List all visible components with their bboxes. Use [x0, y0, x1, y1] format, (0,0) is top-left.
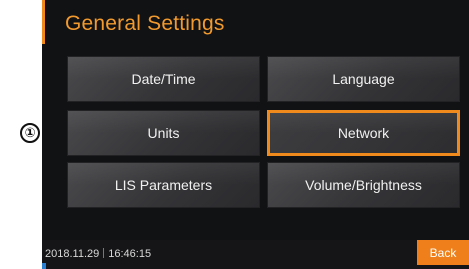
- network-button[interactable]: Network: [267, 110, 460, 156]
- back-button[interactable]: Back: [417, 240, 469, 265]
- callout-marker: ①: [20, 123, 40, 143]
- header-accent-bar: [42, 0, 45, 44]
- date-time-button[interactable]: Date/Time: [67, 56, 260, 102]
- status-date: 2018.11.29: [45, 248, 100, 260]
- lis-parameters-button[interactable]: LIS Parameters: [67, 162, 260, 208]
- device-screen: General Settings Date/Time Language Unit…: [42, 0, 469, 269]
- status-time: 16:46:15: [108, 248, 152, 260]
- page-title: General Settings: [65, 12, 225, 35]
- language-button[interactable]: Language: [267, 56, 460, 102]
- volume-brightness-button[interactable]: Volume/Brightness: [267, 162, 460, 208]
- status-datetime: 2018.11.29 16:46:15: [45, 248, 151, 260]
- corner-accent: [42, 263, 46, 269]
- units-button[interactable]: Units: [67, 110, 260, 156]
- datetime-separator: [103, 248, 105, 258]
- status-bar: 2018.11.29 16:46:15 Back: [42, 240, 469, 269]
